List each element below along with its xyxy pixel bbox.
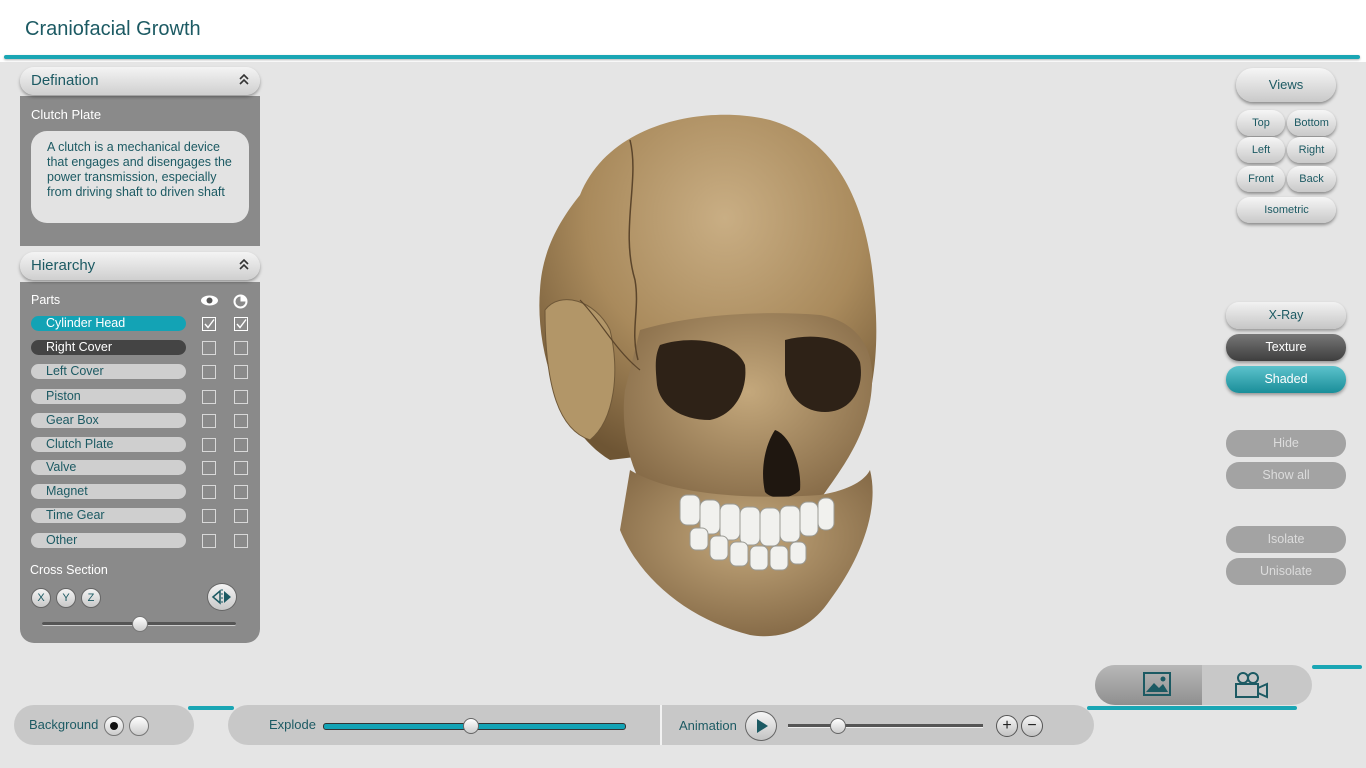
play-button[interactable] [745,711,777,741]
cross-section-y-button[interactable]: Y [56,588,76,608]
capture-toggle [1095,665,1312,705]
transparency-checkbox[interactable] [234,317,248,331]
header-bar [0,0,1366,62]
background-label: Background [29,717,99,732]
zoom-in-button[interactable]: + [996,715,1018,737]
view-top-button[interactable]: Top [1237,110,1285,136]
part-item[interactable]: Other [31,533,186,548]
image-icon [1143,672,1171,696]
hierarchy-header[interactable]: Hierarchy [20,252,260,280]
header-divider [4,55,1360,59]
view-isometric-button[interactable]: Isometric [1237,197,1336,223]
part-item[interactable]: Valve [31,460,186,475]
visibility-checkbox[interactable] [202,390,216,404]
accent-line [188,706,234,710]
cross-section-x-button[interactable]: X [31,588,51,608]
collapse-chevron-icon[interactable] [238,257,250,271]
visibility-checkbox[interactable] [202,485,216,499]
transparency-checkbox[interactable] [234,365,248,379]
view-right-button[interactable]: Right [1287,137,1336,163]
transparency-checkbox[interactable] [234,414,248,428]
texture-mode-button[interactable]: Texture [1226,334,1346,361]
unisolate-button[interactable]: Unisolate [1226,558,1346,585]
definition-text: A clutch is a mechanical device that eng… [47,140,232,199]
play-icon [757,719,768,733]
accent-line [1087,706,1297,710]
visibility-checkbox[interactable] [202,365,216,379]
views-button[interactable]: Views [1236,68,1336,102]
background-light-radio[interactable] [129,716,149,736]
xray-mode-button[interactable]: X-Ray [1226,302,1346,329]
transparency-checkbox[interactable] [234,534,248,548]
transparency-checkbox[interactable] [234,438,248,452]
app-title: Craniofacial Growth [25,18,201,40]
part-item[interactable]: Magnet [31,484,186,499]
animation-slider-handle[interactable] [829,718,846,734]
part-item[interactable]: Piston [31,389,186,404]
transparency-checkbox[interactable] [234,461,248,475]
background-dark-radio[interactable] [104,716,124,736]
part-item[interactable]: Gear Box [31,413,186,428]
part-item[interactable]: Right Cover [31,340,186,355]
cross-section-label: Cross Section [30,563,108,577]
transparency-checkbox[interactable] [234,509,248,523]
skull-3d-viewport[interactable] [520,100,900,650]
isolate-button[interactable]: Isolate [1226,526,1346,553]
image-capture-tab[interactable] [1095,665,1202,705]
part-item[interactable]: Left Cover [31,364,186,379]
visibility-checkbox[interactable] [202,438,216,452]
transparency-checkbox[interactable] [234,485,248,499]
video-capture-tab[interactable] [1203,665,1312,705]
definition-header[interactable]: Defination [20,67,260,95]
flip-icon [211,589,231,605]
definition-part-name: Clutch Plate [31,107,102,122]
view-back-button[interactable]: Back [1287,166,1336,192]
transparency-checkbox[interactable] [234,341,248,355]
part-item[interactable]: Cylinder Head [31,316,186,331]
visibility-checkbox[interactable] [202,341,216,355]
visibility-checkbox[interactable] [202,461,216,475]
visibility-checkbox[interactable] [202,414,216,428]
animation-slider-track[interactable] [788,724,983,728]
radio-selected-dot [110,722,118,730]
visibility-checkbox[interactable] [202,509,216,523]
hierarchy-header-label: Hierarchy [31,257,96,274]
view-bottom-button[interactable]: Bottom [1287,110,1336,136]
transparency-icon [233,294,248,314]
video-camera-icon [1235,672,1268,699]
hide-button[interactable]: Hide [1226,430,1346,457]
part-item[interactable]: Time Gear [31,508,186,523]
transparency-checkbox[interactable] [234,390,248,404]
show-all-button[interactable]: Show all [1226,462,1346,489]
accent-line [1312,665,1362,669]
visibility-checkbox[interactable] [202,317,216,331]
animation-label: Animation [679,718,737,733]
parts-label: Parts [31,293,61,307]
definition-header-label: Defination [31,72,99,89]
zoom-out-button[interactable]: − [1021,715,1043,737]
visibility-checkbox[interactable] [202,534,216,548]
cross-section-z-button[interactable]: Z [81,588,101,608]
cross-section-slider-handle[interactable] [132,616,148,632]
view-left-button[interactable]: Left [1237,137,1285,163]
shaded-mode-button[interactable]: Shaded [1226,366,1346,393]
flip-section-button[interactable] [207,583,237,611]
part-item[interactable]: Clutch Plate [31,437,186,452]
collapse-chevron-icon[interactable] [238,72,250,86]
eye-icon [200,294,219,312]
view-front-button[interactable]: Front [1237,166,1285,192]
explode-label: Explode [269,717,316,732]
